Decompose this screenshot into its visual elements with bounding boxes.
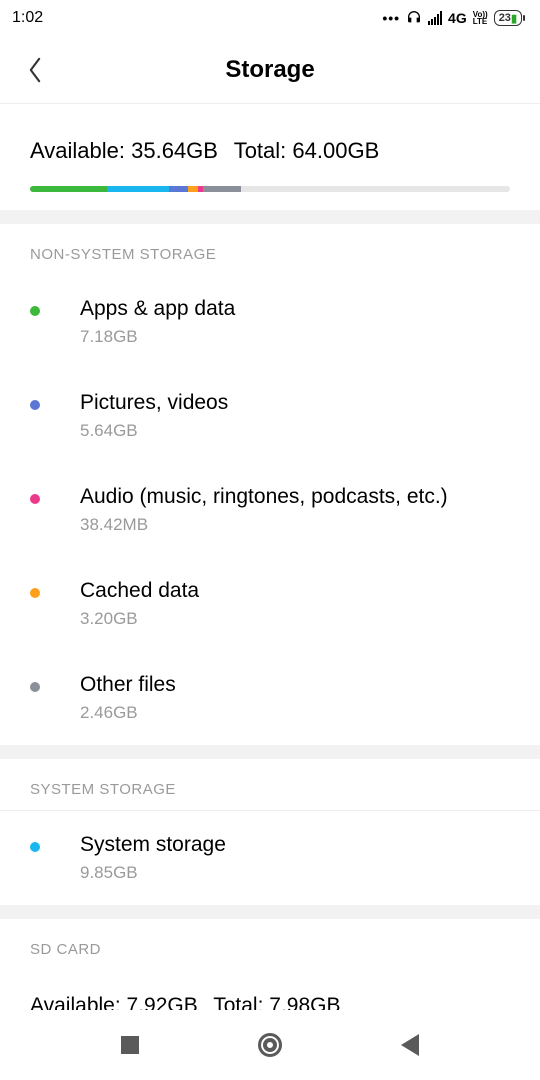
item-subtitle: 3.20GB bbox=[80, 609, 199, 629]
status-right: ••• 4G Vo))LTE 23▮ bbox=[382, 9, 522, 28]
item-subtitle: 5.64GB bbox=[80, 421, 228, 441]
storage-item[interactable]: Apps & app data 7.18GB bbox=[0, 275, 540, 369]
divider bbox=[0, 745, 540, 759]
section-nonsystem-label: NON-SYSTEM STORAGE bbox=[0, 224, 540, 275]
item-title: Cached data bbox=[80, 579, 199, 603]
bar-segment bbox=[107, 186, 169, 192]
nav-home-button[interactable] bbox=[255, 1030, 285, 1060]
item-title: System storage bbox=[80, 833, 226, 857]
page-title: Storage bbox=[0, 56, 540, 84]
back-button[interactable] bbox=[20, 55, 50, 85]
storage-item[interactable]: Audio (music, ringtones, podcasts, etc.)… bbox=[0, 463, 540, 557]
item-subtitle: 38.42MB bbox=[80, 515, 448, 535]
status-time: 1:02 bbox=[12, 9, 43, 27]
divider bbox=[0, 210, 540, 224]
item-subtitle: 2.46GB bbox=[80, 703, 176, 723]
item-subtitle: 7.18GB bbox=[80, 327, 235, 347]
dot-icon bbox=[30, 842, 40, 852]
dot-icon bbox=[30, 494, 40, 504]
item-subtitle: 9.85GB bbox=[80, 863, 226, 883]
internal-summary: Available: 35.64GB Total: 64.00GB bbox=[0, 110, 540, 210]
circle-icon bbox=[258, 1033, 282, 1057]
dot-icon bbox=[30, 588, 40, 598]
header: Storage bbox=[0, 36, 540, 104]
nonsystem-list: Apps & app data 7.18GB Pictures, videos 5.6… bbox=[0, 275, 540, 745]
battery-icon: 23▮ bbox=[494, 10, 522, 26]
item-title: Pictures, videos bbox=[80, 391, 228, 415]
storage-item-system[interactable]: System storage 9.85GB bbox=[0, 811, 540, 905]
internal-summary-text: Available: 35.64GB Total: 64.00GB bbox=[30, 138, 510, 164]
android-navbar bbox=[0, 1010, 540, 1080]
item-title: Other files bbox=[80, 673, 176, 697]
status-bar: 1:02 ••• 4G Vo))LTE 23▮ bbox=[0, 0, 540, 36]
volte-label: Vo))LTE bbox=[473, 11, 488, 25]
bar-segment bbox=[203, 186, 241, 192]
internal-usage-bar bbox=[30, 186, 510, 192]
signal-icon bbox=[428, 11, 442, 25]
bar-segment bbox=[169, 186, 188, 192]
section-system-label: SYSTEM STORAGE bbox=[0, 759, 540, 811]
bar-segment bbox=[30, 186, 107, 192]
chevron-left-icon bbox=[26, 56, 44, 84]
nav-recents-button[interactable] bbox=[115, 1030, 145, 1060]
dot-icon bbox=[30, 682, 40, 692]
item-title: Apps & app data bbox=[80, 297, 235, 321]
triangle-icon bbox=[401, 1034, 419, 1056]
dot-icon bbox=[30, 400, 40, 410]
dot-icon bbox=[30, 306, 40, 316]
storage-item[interactable]: Cached data 3.20GB bbox=[0, 557, 540, 651]
nav-back-button[interactable] bbox=[395, 1030, 425, 1060]
headphones-icon bbox=[406, 9, 422, 28]
storage-item[interactable]: Other files 2.46GB bbox=[0, 651, 540, 745]
storage-item[interactable]: Pictures, videos 5.64GB bbox=[0, 369, 540, 463]
square-icon bbox=[121, 1036, 139, 1054]
item-title: Audio (music, ringtones, podcasts, etc.) bbox=[80, 485, 448, 509]
divider bbox=[0, 905, 540, 919]
section-sd-label: SD CARD bbox=[0, 919, 540, 970]
network-label: 4G bbox=[448, 10, 467, 26]
more-icon: ••• bbox=[382, 10, 400, 26]
bar-segment bbox=[188, 186, 198, 192]
